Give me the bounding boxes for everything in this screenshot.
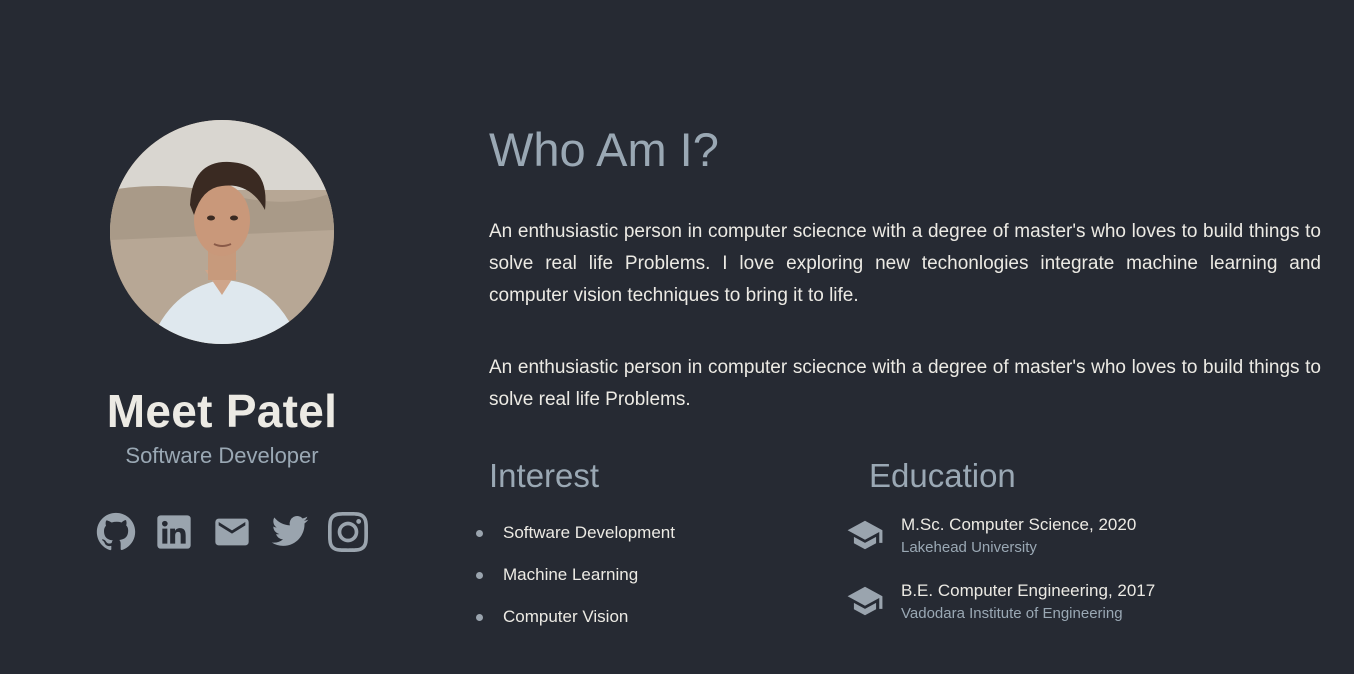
about-paragraph: An enthusiastic person in computer sciec… xyxy=(489,221,1321,306)
education-item: B.E. Computer Engineering, 2017 Vadodara… xyxy=(846,578,1155,644)
interest-label: Computer Vision xyxy=(503,607,629,626)
profile-role: Software Developer xyxy=(125,443,319,468)
interest-label: Software Development xyxy=(503,523,675,542)
twitter-link[interactable] xyxy=(270,512,310,552)
linkedin-icon xyxy=(157,515,191,549)
linkedin-link[interactable] xyxy=(154,512,194,552)
github-link[interactable] xyxy=(96,512,136,552)
education-item: M.Sc. Computer Science, 2020 Lakehead Un… xyxy=(846,512,1155,578)
bullet-icon xyxy=(476,571,483,579)
education-degree: B.E. Computer Engineering, 2017 xyxy=(901,581,1156,600)
social-links xyxy=(96,512,368,554)
education-list: M.Sc. Computer Science, 2020 Lakehead Un… xyxy=(846,512,1155,644)
graduation-cap-icon xyxy=(846,516,884,554)
email-link[interactable] xyxy=(212,512,252,552)
instagram-link[interactable] xyxy=(328,512,368,552)
profile-section: Meet Patel Software Developer xyxy=(0,0,444,674)
graduation-cap-icon xyxy=(846,582,884,620)
about-paragraph: An enthusiastic person in computer sciec… xyxy=(489,357,1321,410)
education-school: Vadodara Institute of Engineering xyxy=(901,605,1123,622)
list-item: Computer Vision xyxy=(474,596,675,638)
interest-list: Software Development Machine Learning Co… xyxy=(474,512,675,638)
list-item: Software Development xyxy=(474,512,675,554)
education-school: Lakehead University xyxy=(901,539,1037,556)
profile-name: Meet Patel xyxy=(106,385,338,437)
bullet-icon xyxy=(476,529,483,537)
interest-label: Machine Learning xyxy=(503,565,639,584)
avatar xyxy=(110,120,334,344)
education-title: Education xyxy=(869,457,1016,494)
interest-title: Interest xyxy=(489,457,600,494)
list-item: Machine Learning xyxy=(474,554,675,596)
email-icon xyxy=(215,518,249,546)
about-title: Who Am I? xyxy=(489,123,719,176)
bullet-icon xyxy=(476,613,483,621)
education-degree: M.Sc. Computer Science, 2020 xyxy=(901,515,1137,534)
twitter-icon xyxy=(271,516,309,546)
instagram-icon xyxy=(328,512,368,552)
github-icon xyxy=(96,512,136,551)
